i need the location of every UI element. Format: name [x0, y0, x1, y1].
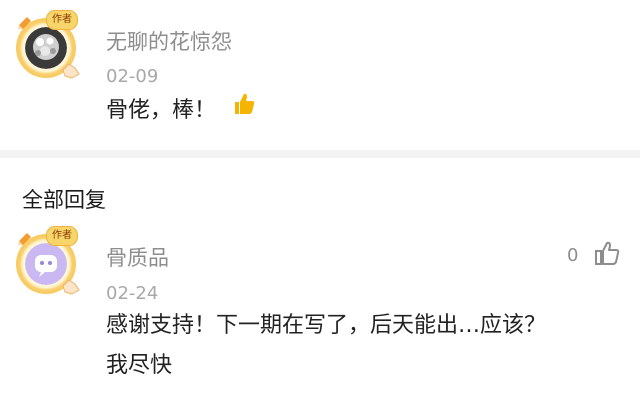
comment-text-body: 骨佬，棒！ — [106, 98, 217, 123]
avatar-reply[interactable]: 作者 — [12, 226, 84, 298]
badge-pencil-icon — [18, 233, 31, 245]
hand-icon — [62, 279, 80, 295]
thumbs-up-emoji-icon — [229, 90, 257, 132]
comment-date: 02-09 — [106, 66, 159, 87]
reply-date: 02-24 — [106, 283, 159, 304]
all-replies-title: 全部回复 — [22, 188, 106, 212]
badge-pencil-icon — [18, 17, 31, 29]
reply-text: 感谢支持！下一期在写了，后天能出…应该？ 我尽快 — [106, 306, 631, 386]
comment-text: 骨佬，棒！ — [106, 90, 257, 132]
reply-text-line2: 我尽快 — [106, 353, 173, 378]
author-badge: 作者 — [46, 10, 78, 30]
comment-username[interactable]: 无聊的花惊怨 — [106, 26, 232, 56]
like-button[interactable] — [592, 238, 624, 270]
avatar-comment[interactable]: 作者 — [12, 10, 84, 82]
reply-text-line1: 感谢支持！下一期在写了，后天能出…应该？ — [106, 313, 547, 338]
section-divider — [0, 150, 640, 158]
reply-username[interactable]: 骨质品 — [106, 242, 169, 272]
thumbs-up-icon — [595, 241, 620, 265]
author-badge: 作者 — [46, 226, 78, 246]
reply-like-count: 0 — [567, 245, 579, 266]
hand-icon — [62, 63, 80, 79]
